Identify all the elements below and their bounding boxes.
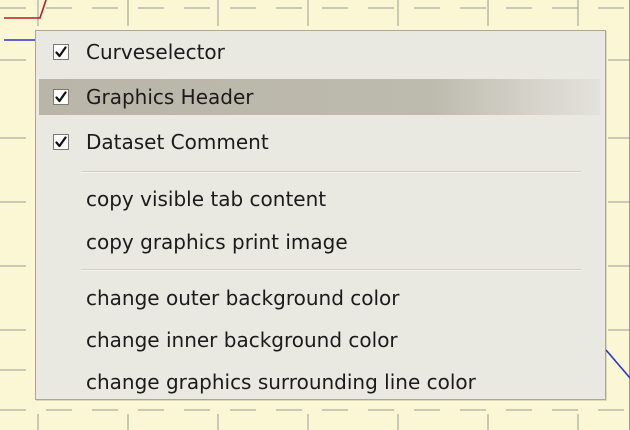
menu-item-label: change outer background color bbox=[86, 286, 400, 310]
menu-item-dataset-comment[interactable]: Dataset Comment bbox=[39, 124, 600, 160]
checkmark-icon bbox=[55, 46, 67, 58]
checkmark-icon bbox=[55, 91, 67, 103]
graphics-header-checkbox[interactable] bbox=[53, 89, 69, 105]
curveselector-checkbox[interactable] bbox=[53, 44, 69, 60]
checkmark-icon bbox=[55, 136, 67, 148]
dataset-comment-checkbox[interactable] bbox=[53, 134, 69, 150]
menu-item-curveselector[interactable]: Curveselector bbox=[39, 34, 600, 70]
menu-item-copy-graphics-print-image[interactable]: copy graphics print image bbox=[39, 224, 600, 260]
menu-item-change-outer-background-color[interactable]: change outer background color bbox=[39, 280, 600, 316]
menu-item-label: Dataset Comment bbox=[86, 130, 269, 154]
menu-item-label: copy visible tab content bbox=[86, 187, 327, 211]
menu-separator bbox=[81, 171, 581, 173]
menu-item-label: change inner background color bbox=[86, 328, 398, 352]
menu-item-label: copy graphics print image bbox=[86, 230, 348, 254]
menu-item-copy-visible-tab-content[interactable]: copy visible tab content bbox=[39, 181, 600, 217]
context-menu: Curveselector Graphics Header Dataset Co… bbox=[35, 30, 606, 400]
menu-item-change-graphics-surrounding-line-color[interactable]: change graphics surrounding line color bbox=[39, 364, 600, 400]
menu-item-change-inner-background-color[interactable]: change inner background color bbox=[39, 322, 600, 358]
menu-item-label: change graphics surrounding line color bbox=[86, 370, 476, 394]
menu-item-graphics-header[interactable]: Graphics Header bbox=[39, 79, 600, 115]
curve-blue-right bbox=[605, 349, 630, 379]
curve-red bbox=[4, 0, 47, 19]
menu-item-label: Curveselector bbox=[86, 40, 225, 64]
menu-item-label: Graphics Header bbox=[86, 85, 254, 109]
menu-separator bbox=[81, 269, 581, 271]
